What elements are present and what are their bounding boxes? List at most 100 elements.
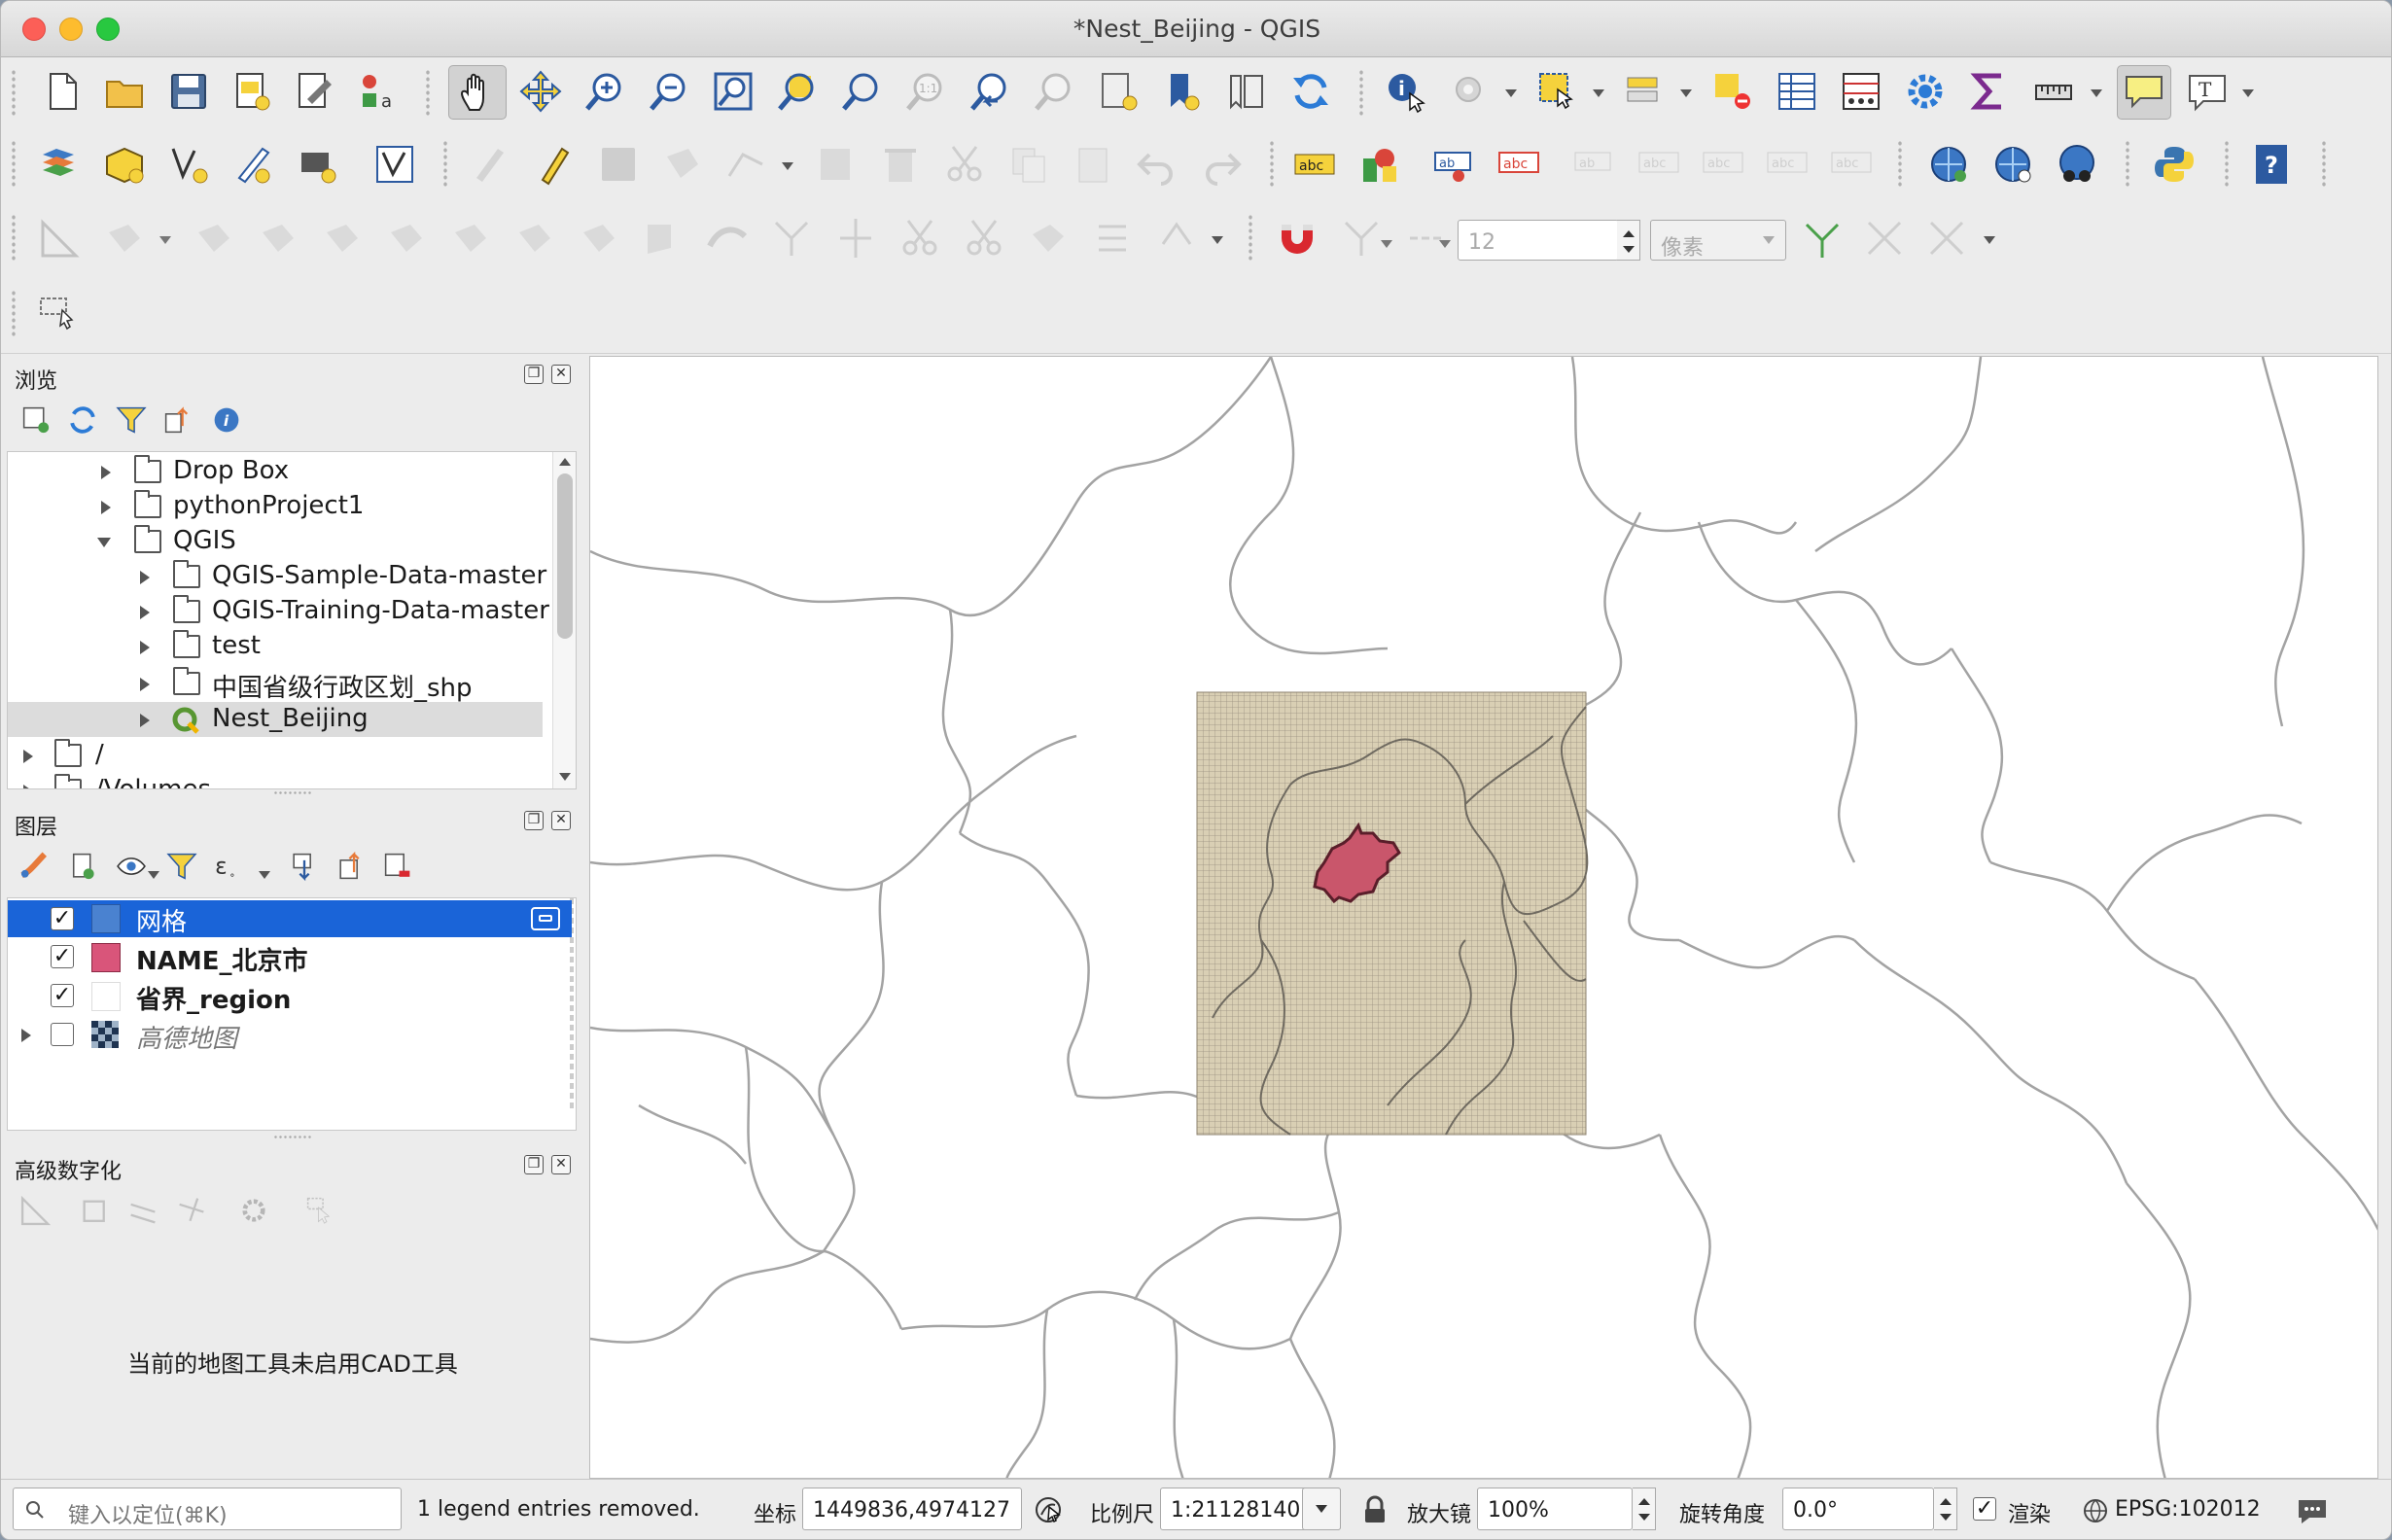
select-features-dropdown-icon[interactable]: [1592, 88, 1605, 98]
layer-visibility-checkbox[interactable]: ✓: [51, 984, 74, 1007]
split-parts-icon[interactable]: [960, 214, 1008, 262]
change-label-icon[interactable]: abc: [1763, 140, 1812, 189]
new-shapefile-layer-icon[interactable]: [164, 140, 213, 189]
magnifier-field[interactable]: 100%: [1477, 1488, 1633, 1530]
browser-scrollbar[interactable]: [552, 452, 576, 788]
map-tips-icon[interactable]: [2117, 65, 2171, 120]
layer-visibility-checkbox[interactable]: ✓: [51, 907, 74, 930]
browser-item-selected[interactable]: Nest_Beijing: [8, 702, 543, 737]
pin-labels-icon[interactable]: abc: [1495, 140, 1543, 189]
zoom-last-icon[interactable]: [966, 67, 1014, 116]
enable-cad-icon[interactable]: [15, 1189, 57, 1232]
new-bookmark-icon[interactable]: [1158, 67, 1207, 116]
cad-settings-icon[interactable]: [232, 1189, 275, 1232]
collapse-arrow-icon[interactable]: [97, 538, 111, 554]
locator-search-input[interactable]: 键入以定位(⌘K): [13, 1488, 402, 1530]
browser-item[interactable]: 中国省级行政区划_shp: [8, 666, 552, 703]
scroll-down-icon[interactable]: [559, 773, 571, 781]
browser-item[interactable]: test: [8, 629, 552, 664]
zoom-out-icon[interactable]: [645, 67, 693, 116]
measure-dropdown-icon[interactable]: [2090, 88, 2103, 98]
new-geopackage-layer-icon[interactable]: [100, 140, 149, 189]
rotation-spinner[interactable]: [1934, 1488, 1957, 1530]
snap-tolerance-spinner[interactable]: [1617, 220, 1640, 261]
snap-unit-select[interactable]: 像素: [1650, 220, 1786, 261]
style-panel-icon[interactable]: [13, 845, 55, 888]
rotate-label-icon[interactable]: abc: [1699, 140, 1747, 189]
layer-labeling-icon[interactable]: abc: [1290, 140, 1339, 189]
close-panel-icon[interactable]: ✕: [551, 365, 571, 384]
render-checkbox[interactable]: ✓: [1973, 1497, 1996, 1521]
rotation-field[interactable]: 0.0°: [1782, 1488, 1934, 1530]
paste-features-icon[interactable]: [1069, 140, 1117, 189]
new-scratch-layer-icon[interactable]: [229, 140, 277, 189]
delete-part-icon[interactable]: [446, 214, 495, 262]
layer-visibility-checkbox[interactable]: [51, 1023, 74, 1046]
text-annotation-icon[interactable]: T: [2183, 67, 2232, 116]
pan-map-icon[interactable]: [448, 65, 507, 120]
merge-attributes-icon[interactable]: [1088, 214, 1137, 262]
run-action-dropdown-icon[interactable]: [1504, 88, 1518, 98]
rotate-point-dropdown-icon[interactable]: [1211, 235, 1224, 245]
select-by-location-icon[interactable]: [34, 290, 83, 338]
expand-arrow-icon[interactable]: [140, 714, 150, 727]
manage-visibility-icon[interactable]: [110, 845, 153, 888]
map-canvas[interactable]: [589, 356, 2378, 1479]
delete-ring-icon[interactable]: [382, 214, 431, 262]
float-panel-icon[interactable]: ❐: [524, 811, 544, 830]
add-vector-layer-icon[interactable]: [370, 140, 419, 189]
expand-arrow-icon[interactable]: [23, 750, 33, 763]
processing-toolbox-icon[interactable]: [1901, 67, 1950, 116]
messages-icon[interactable]: [2296, 1495, 2329, 1526]
zoom-to-layer-icon[interactable]: [837, 67, 886, 116]
browser-item[interactable]: pythonProject1: [8, 489, 552, 524]
layer-row[interactable]: ✓ 省界_region: [8, 978, 552, 1015]
add-selected-layers-icon[interactable]: [15, 399, 57, 441]
layer-row-selected[interactable]: ✓ 网格: [8, 900, 572, 937]
toggle-editing-icon[interactable]: [466, 140, 514, 189]
merge-features-icon[interactable]: [1024, 214, 1073, 262]
float-panel-icon[interactable]: ❐: [524, 1155, 544, 1174]
pan-to-selection-icon[interactable]: [516, 67, 565, 116]
style-manager-icon[interactable]: a: [355, 67, 404, 116]
collapse-all-layers-icon[interactable]: [330, 845, 372, 888]
add-polygon-feature-icon[interactable]: [658, 140, 707, 189]
reverse-line-icon[interactable]: [767, 214, 816, 262]
browser-item[interactable]: QGIS: [8, 524, 552, 559]
highlight-pinned-labels-icon[interactable]: ab: [1430, 140, 1479, 189]
self-snapping-dropdown-icon[interactable]: [1983, 235, 1996, 245]
filter-legend-icon[interactable]: [160, 845, 203, 888]
add-wms-layer-icon[interactable]: [1924, 140, 1973, 189]
browser-item[interactable]: Drop Box: [8, 454, 552, 489]
zoom-to-selection-icon[interactable]: [773, 67, 822, 116]
perpendicular-icon[interactable]: [170, 1189, 213, 1232]
snapping-type-icon[interactable]: [1401, 214, 1450, 262]
enable-snapping-icon[interactable]: [1271, 214, 1319, 262]
floater-icon[interactable]: [299, 1189, 341, 1232]
collapse-all-icon[interactable]: [157, 399, 199, 441]
new-print-layout-icon[interactable]: [227, 67, 275, 116]
advanced-digitizing-icon[interactable]: [36, 214, 85, 262]
copy-features-icon[interactable]: [1004, 140, 1053, 189]
new-map-view-icon[interactable]: [1094, 67, 1143, 116]
select-features-icon[interactable]: [1533, 67, 1582, 116]
add-group-icon[interactable]: [61, 845, 104, 888]
select-by-value-dropdown-icon[interactable]: [1679, 88, 1693, 98]
expression-dropdown-icon[interactable]: [258, 870, 271, 880]
add-ring-dropdown-icon[interactable]: [158, 235, 172, 245]
edit-label-icon[interactable]: abc: [1827, 140, 1876, 189]
filter-by-expression-icon[interactable]: ε ⚬: [207, 845, 250, 888]
remove-layer-icon[interactable]: [376, 845, 419, 888]
field-calculator-icon[interactable]: [1837, 67, 1885, 116]
browser-item[interactable]: QGIS-Training-Data-master: [8, 594, 552, 629]
expand-arrow-icon[interactable]: [140, 641, 150, 654]
snapping-layers-dropdown-icon[interactable]: [1380, 239, 1393, 249]
panel-resize-handle[interactable]: [273, 790, 312, 796]
save-project-icon[interactable]: [164, 67, 213, 116]
add-wfs-layer-icon[interactable]: [1988, 140, 2037, 189]
show-hide-labels-icon[interactable]: ab: [1570, 140, 1619, 189]
layout-manager-icon[interactable]: [291, 67, 339, 116]
float-panel-icon[interactable]: ❐: [524, 365, 544, 384]
refresh-icon[interactable]: [1286, 67, 1335, 116]
vertex-tool-dropdown-icon[interactable]: [781, 161, 794, 171]
